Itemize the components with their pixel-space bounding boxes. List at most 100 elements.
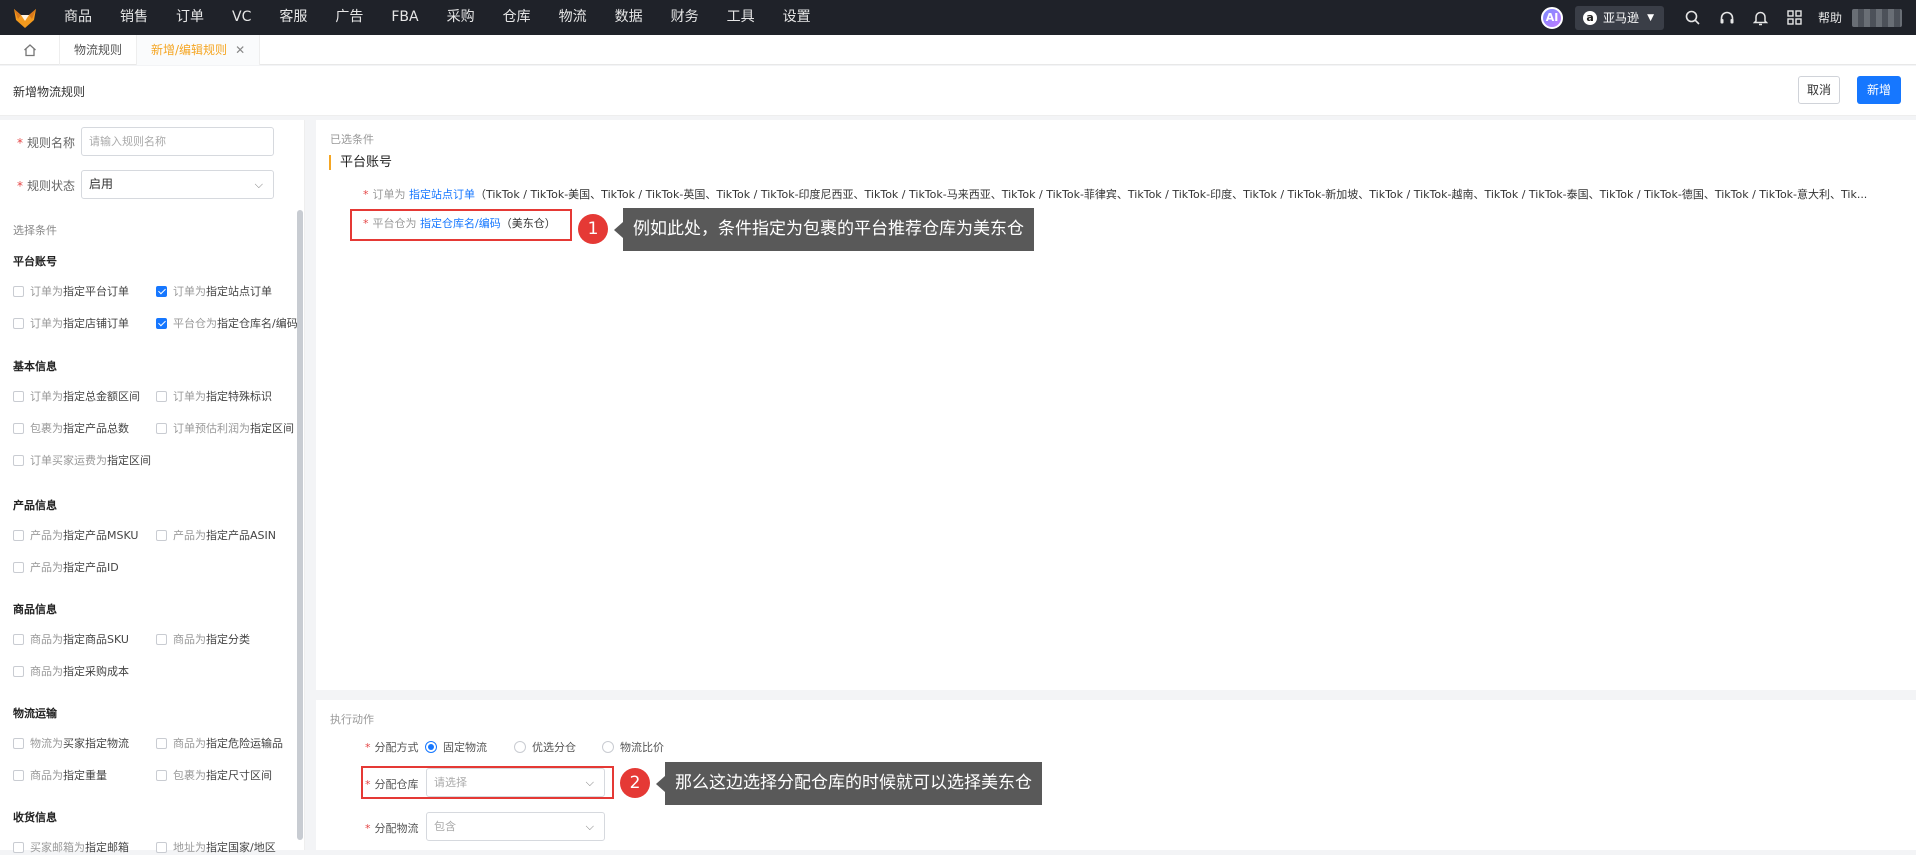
checkbox-icon (156, 737, 167, 749)
condition-prefix: 商品为 (30, 665, 63, 678)
nav-item[interactable]: VC (218, 0, 265, 35)
home-icon (23, 43, 36, 56)
nav-item[interactable]: 工具 (713, 0, 769, 35)
condition-checkbox[interactable]: 物流为 买家指定物流 (13, 735, 129, 751)
search-icon[interactable] (1676, 0, 1710, 35)
condition-checkbox[interactable]: 商品为 指定采购成本 (13, 663, 129, 679)
condition-name: 指定邮箱 (85, 841, 129, 854)
platform-switcher[interactable]: a 亚马逊 ▼ (1575, 5, 1664, 30)
checkbox-icon (13, 317, 24, 329)
nav-item[interactable]: 设置 (769, 0, 825, 35)
condition-checkbox[interactable]: 商品为 指定商品SKU (13, 631, 129, 647)
condition-checkbox[interactable]: 订单为 指定站点订单 (156, 283, 272, 299)
condition-checkbox[interactable]: 地址为 指定国家/地区 (156, 839, 276, 855)
condition-checkbox[interactable]: 产品为 指定产品MSKU (13, 527, 138, 543)
condition-checkbox[interactable]: 订单为 指定平台订单 (13, 283, 129, 299)
user-avatar[interactable] (1852, 8, 1902, 27)
condition-checkbox[interactable]: 商品为 指定危险运输品 (156, 735, 283, 751)
ai-assistant-button[interactable]: AI (1541, 6, 1564, 29)
condition-prefix: 商品为 (173, 737, 206, 750)
condition-prefix: 物流为 (30, 737, 63, 750)
cancel-button[interactable]: 取消 (1798, 76, 1840, 104)
logistics-placeholder: 包含 (434, 820, 456, 833)
condition-name: 指定总金额区间 (63, 390, 140, 403)
apps-grid-icon[interactable] (1778, 0, 1812, 35)
condition-checkbox[interactable]: 包裹为 指定产品总数 (13, 420, 129, 436)
selected-group-title: 平台账号 (329, 155, 392, 170)
app-logo[interactable] (0, 0, 50, 35)
close-icon[interactable]: ✕ (235, 43, 245, 57)
nav-item[interactable]: 商品 (50, 0, 106, 35)
rule-status-select[interactable]: 启用 ⌵ (81, 170, 274, 199)
condition-prefix: 订单为 (30, 390, 63, 403)
checkbox-icon (156, 769, 167, 781)
rule-name-input[interactable]: 请输入规则名称 (81, 127, 274, 156)
condition-group-title: 产品信息 (13, 499, 57, 512)
nav-item[interactable]: 广告 (321, 0, 377, 35)
checkbox-icon (13, 422, 24, 434)
nav-item[interactable]: 采购 (433, 0, 489, 35)
nav-item[interactable]: 客服 (265, 0, 321, 35)
allocate-logistics-select[interactable]: 包含 ⌵ (426, 812, 605, 841)
condition-checkbox[interactable]: 订单为 指定总金额区间 (13, 388, 140, 404)
tab-add-edit-rule[interactable]: 新增/编辑规则 ✕ (137, 34, 261, 65)
annotation-tooltip-2: 那么这边选择分配仓库的时候就可以选择美东仓 (656, 762, 1042, 805)
condition-group-title: 基本信息 (13, 360, 57, 373)
page-header: 新增物流规则 (0, 66, 1916, 116)
home-tab[interactable] (0, 34, 60, 65)
condition-checkbox[interactable]: 买家邮箱为 指定邮箱 (13, 839, 129, 855)
radio-preferred-warehouse[interactable]: 优选分仓 (514, 739, 576, 755)
condition-panel-scrollbar[interactable] (297, 210, 303, 840)
bell-icon[interactable] (1744, 0, 1778, 35)
checkbox-icon (13, 841, 24, 853)
nav-item[interactable]: 物流 (545, 0, 601, 35)
nav-item[interactable]: 仓库 (489, 0, 545, 35)
nav-right-tools: AI a 亚马逊 ▼ 帮助 (1541, 0, 1916, 35)
headset-icon[interactable] (1710, 0, 1744, 35)
nav-item[interactable]: 数据 (601, 0, 657, 35)
condition-name: 指定区间 (250, 422, 294, 435)
chevron-down-icon: ⌵ (585, 820, 594, 833)
annotation-tooltip-1: 例如此处，条件指定为包裹的平台推荐仓库为美东仓 (614, 208, 1034, 251)
nav-item[interactable]: 订单 (162, 0, 218, 35)
condition-prefix: 产品为 (30, 529, 63, 542)
page-title: 新增物流规则 (13, 85, 86, 99)
condition-checkbox[interactable]: 产品为 指定产品ID (13, 559, 119, 575)
condition-prefix: 平台仓为 (173, 317, 217, 330)
checkbox-icon (156, 841, 167, 853)
rule-status-value: 启用 (89, 177, 114, 191)
radio-logistics-comparison[interactable]: 物流比价 (602, 739, 664, 755)
condition-checkbox[interactable]: 平台仓为 指定仓库名/编码 (156, 315, 298, 331)
condition-checkbox[interactable]: 订单买家运费为 指定区间 (13, 452, 151, 468)
allocation-method-label-row: * 分配方式 (365, 739, 419, 755)
highlight-box-1 (350, 209, 572, 241)
condition-prefix: 商品为 (30, 633, 63, 646)
tab-logistics-rules[interactable]: 物流规则 (60, 34, 138, 65)
condition-checkbox[interactable]: 订单预估利润为 指定区间 (156, 420, 294, 436)
condition-checkbox[interactable]: 商品为 指定重量 (13, 767, 107, 783)
help-link[interactable]: 帮助 (1818, 9, 1842, 26)
nav-item[interactable]: FBA (377, 0, 432, 35)
condition-checkbox[interactable]: 商品为 指定分类 (156, 631, 250, 647)
radio-label: 固定物流 (443, 741, 487, 754)
radio-label: 优选分仓 (532, 741, 576, 754)
condition-checkbox[interactable]: 订单为 指定特殊标识 (156, 388, 272, 404)
rule-status-label: 规则状态 (27, 179, 76, 193)
condition-link-site-order[interactable]: 指定站点订单 (409, 188, 475, 201)
condition-checkbox[interactable]: 产品为 指定产品ASIN (156, 527, 276, 543)
amazon-icon: a (1583, 10, 1598, 25)
checkbox-icon (13, 737, 24, 749)
step-badge-2: 2 (620, 768, 650, 798)
condition-name: 指定采购成本 (63, 665, 129, 678)
condition-name: 指定危险运输品 (206, 737, 283, 750)
condition-checkbox[interactable]: 订单为 指定店铺订单 (13, 315, 129, 331)
tab-label: 新增/编辑规则 (151, 42, 228, 57)
condition-name: 指定分类 (206, 633, 250, 646)
radio-fixed-logistics[interactable]: 固定物流 (425, 739, 487, 755)
add-button[interactable]: 新增 (1857, 76, 1901, 104)
condition-name: 指定产品MSKU (63, 529, 139, 542)
condition-checkbox[interactable]: 包裹为 指定尺寸区间 (156, 767, 272, 783)
selected-conditions-panel (316, 120, 1916, 690)
nav-item[interactable]: 销售 (106, 0, 162, 35)
nav-item[interactable]: 财务 (657, 0, 713, 35)
